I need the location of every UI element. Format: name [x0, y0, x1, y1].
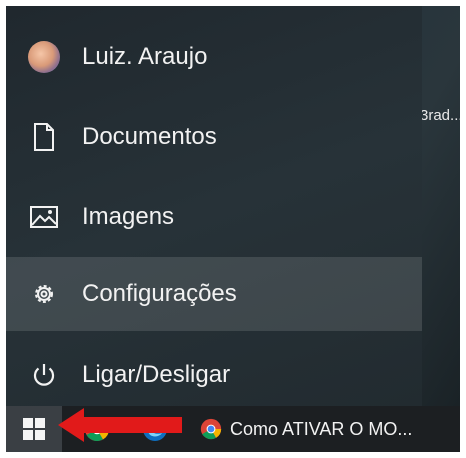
start-button[interactable] — [6, 406, 62, 452]
power-icon — [24, 355, 64, 395]
screen: 3rad... Luiz. Araujo Documentos Imagens … — [6, 6, 460, 452]
start-menu: Luiz. Araujo Documentos Imagens Configur… — [6, 6, 422, 406]
desktop-text-fragment: 3rad... — [420, 107, 460, 124]
user-avatar — [24, 37, 64, 77]
chrome-icon — [200, 418, 222, 440]
menu-item-images-label: Imagens — [82, 203, 175, 230]
menu-item-documents-label: Documentos — [82, 123, 217, 150]
menu-item-power-label: Ligar/Desligar — [82, 361, 231, 388]
menu-item-documents[interactable]: Documentos — [6, 100, 422, 174]
taskbar-active-window[interactable]: Como ATIVAR O MO... — [194, 406, 434, 452]
menu-item-user-label: Luiz. Araujo — [82, 43, 208, 70]
menu-item-settings[interactable]: Configurações — [6, 257, 422, 331]
red-arrow-annotation — [58, 408, 182, 442]
menu-item-settings-label: Configurações — [82, 280, 237, 307]
menu-item-images[interactable]: Imagens — [6, 180, 422, 254]
windows-logo-icon — [23, 418, 45, 440]
gear-icon — [24, 274, 64, 314]
document-icon — [24, 117, 64, 157]
menu-item-power[interactable]: Ligar/Desligar — [6, 338, 422, 412]
image-icon — [24, 197, 64, 237]
active-window-label: Como ATIVAR O MO... — [230, 418, 413, 439]
menu-item-user[interactable]: Luiz. Araujo — [6, 20, 422, 94]
avatar — [28, 41, 60, 73]
